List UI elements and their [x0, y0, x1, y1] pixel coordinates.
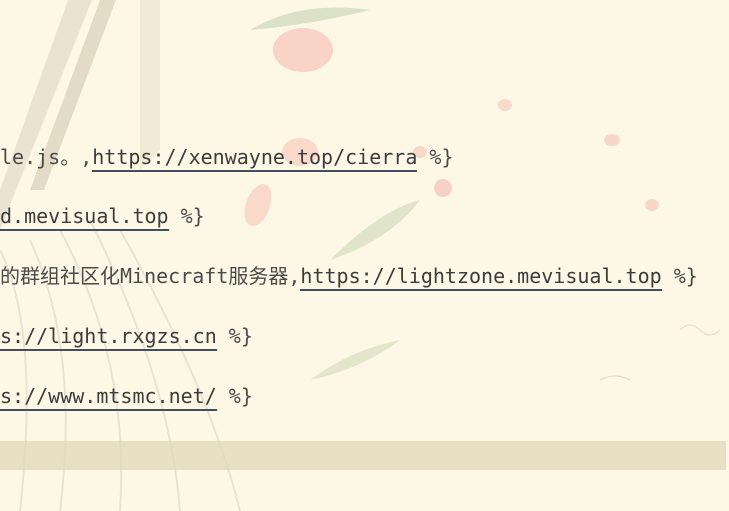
tag-close: %} — [216, 384, 253, 408]
tag-close: %} — [216, 324, 253, 348]
code-line-1[interactable]: le.js。,https://xenwayne.top/cierra %} — [0, 142, 453, 172]
tag-close: %} — [661, 264, 698, 288]
tag-close: %} — [417, 145, 454, 169]
line-prefix: 的群组社区化Minecraft服务器, — [0, 264, 301, 288]
url-link[interactable]: s://light.rxgzs.cn — [0, 324, 217, 351]
url-link[interactable]: s://www.mtsmc.net/ — [0, 384, 217, 411]
url-link[interactable]: https://lightzone.mevisual.top — [300, 264, 662, 291]
url-link[interactable]: d.mevisual.top — [0, 204, 169, 231]
line-prefix: le.js。, — [0, 145, 93, 169]
code-line-5[interactable]: s://www.mtsmc.net/ %} — [0, 381, 253, 411]
url-link[interactable]: https://xenwayne.top/cierra — [92, 145, 418, 172]
code-line-4[interactable]: s://light.rxgzs.cn %} — [0, 321, 253, 351]
code-line-2[interactable]: d.mevisual.top %} — [0, 201, 205, 231]
tag-close: %} — [168, 204, 205, 228]
code-editor[interactable]: le.js。,https://xenwayne.top/cierra %} d.… — [0, 0, 729, 511]
code-line-3[interactable]: 的群组社区化Minecraft服务器,https://lightzone.mev… — [0, 261, 698, 291]
